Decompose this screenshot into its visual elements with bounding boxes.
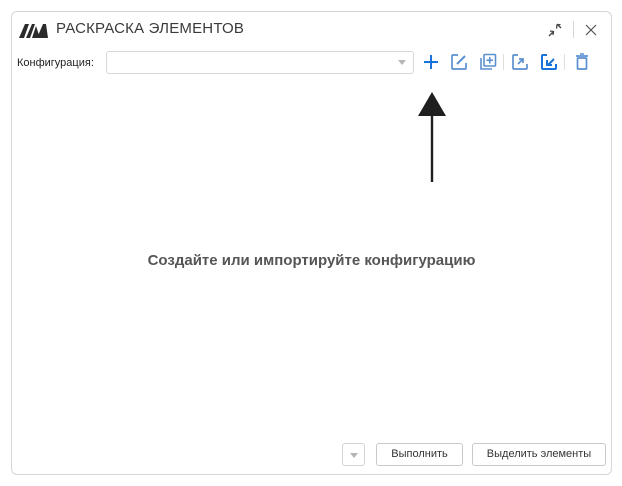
- edit-config-button[interactable]: [449, 52, 469, 72]
- export-config-button[interactable]: [510, 52, 530, 72]
- duplicate-config-button[interactable]: [478, 52, 498, 72]
- config-select[interactable]: [106, 51, 414, 74]
- config-content-area: Создайте или импортируйте конфигурацию: [12, 78, 611, 433]
- title-bar: РАСКРАСКА ЭЛЕМЕНТОВ: [12, 12, 611, 48]
- dialog-window: РАСКРАСКА ЭЛЕМЕНТОВ Конфигурация: Создай…: [11, 11, 612, 475]
- chevron-down-icon: [350, 453, 358, 458]
- collapse-icon: [548, 23, 562, 37]
- chevron-down-icon: [398, 60, 406, 65]
- config-label: Конфигурация:: [17, 57, 94, 69]
- toolbar: Конфигурация:: [12, 50, 611, 76]
- title-separator: [573, 21, 574, 38]
- empty-state-message: Создайте или импортируйте конфигурацию: [147, 252, 476, 269]
- select-elements-button[interactable]: Выделить элементы: [472, 443, 606, 466]
- toolbar-separator: [564, 54, 565, 70]
- annotation-arrow-icon: [418, 92, 446, 182]
- import-icon: [541, 54, 557, 70]
- edit-icon: [451, 54, 467, 70]
- plus-icon: [424, 55, 438, 69]
- collapse-button[interactable]: [544, 20, 566, 40]
- add-config-button[interactable]: [421, 52, 441, 72]
- export-icon: [512, 54, 528, 70]
- run-options-dropdown[interactable]: [342, 443, 365, 466]
- delete-config-button[interactable]: [572, 52, 592, 72]
- trash-icon: [576, 53, 588, 70]
- footer-bar: Выполнить Выделить элементы: [12, 434, 611, 474]
- run-button[interactable]: Выполнить: [376, 443, 463, 466]
- close-button[interactable]: [580, 20, 602, 40]
- import-config-button[interactable]: [539, 52, 559, 72]
- close-icon: [585, 24, 597, 36]
- toolbar-separator: [503, 54, 504, 70]
- duplicate-icon: [480, 53, 497, 70]
- window-title: РАСКРАСКА ЭЛЕМЕНТОВ: [56, 20, 245, 37]
- app-logo-icon: [19, 24, 48, 38]
